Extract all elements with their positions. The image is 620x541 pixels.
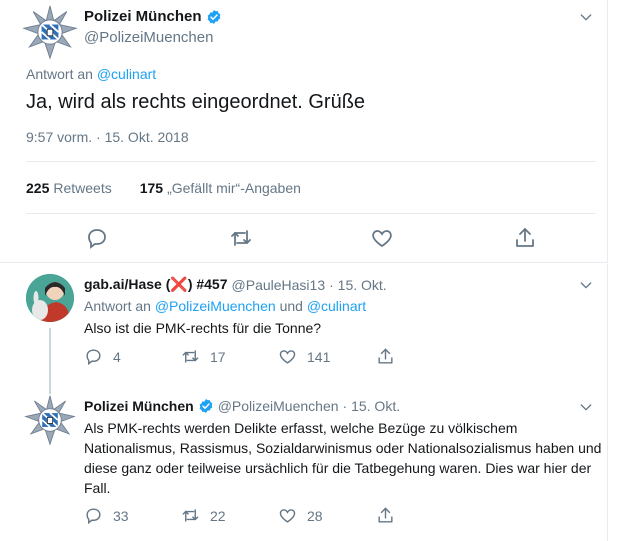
author-handle[interactable]: @PolizeiMuenchen — [218, 398, 339, 414]
main-tweet: Polizei München @PolizeiMuenchen Antwort… — [0, 0, 608, 263]
reply-context: Antwort an @PolizeiMuenchen und @culinar… — [84, 298, 366, 314]
likes-count: 175 — [139, 180, 164, 196]
reply-header: gab.ai/Hase (❌) #457 @PauleHasi13 · 15. … — [84, 276, 387, 293]
tweet-date[interactable]: · 15. Okt. — [343, 398, 401, 414]
reply-prefix: Antwort an — [26, 66, 93, 82]
retweets-stat[interactable]: 225 Retweets — [26, 180, 112, 196]
retweet-icon — [181, 506, 200, 525]
divider — [26, 213, 596, 214]
thread-line — [49, 328, 51, 384]
reply-to-link[interactable]: @culinart — [97, 66, 156, 82]
reply-prefix: Antwort an — [84, 298, 151, 314]
tweet-text: Ja, wird als rechts eingeordnet. Grüße — [26, 91, 366, 113]
author-handle[interactable]: @PauleHasi13 — [232, 277, 326, 293]
like-count: 141 — [307, 348, 331, 365]
reply-tweet[interactable]: gab.ai/Hase (❌) #457 @PauleHasi13 · 15. … — [0, 264, 608, 384]
reply-icon[interactable] — [85, 226, 109, 250]
like-count: 28 — [307, 507, 323, 524]
verified-badge-icon — [206, 9, 222, 25]
reply-count: 4 — [113, 348, 121, 365]
tweet-timestamp[interactable]: 9:57 vorm. · 15. Okt. 2018 — [26, 129, 189, 145]
like-action[interactable]: 28 — [278, 506, 323, 525]
share-icon — [376, 506, 395, 525]
reply-count: 33 — [113, 507, 129, 524]
author-name-prefix: gab.ai/Hase ( — [84, 276, 171, 292]
like-icon — [278, 506, 297, 525]
tweet-text: Also ist die PMK-rechts für die Tonne? — [84, 320, 322, 336]
author-name-suffix: ) #457 — [187, 276, 228, 292]
retweet-count: 17 — [210, 348, 226, 365]
chevron-down-icon[interactable] — [578, 277, 594, 293]
reply-context: Antwort an @culinart — [26, 66, 156, 82]
tweet-date[interactable]: · 15. Okt. — [329, 277, 387, 293]
author-row: Polizei München — [84, 8, 222, 25]
share-icon[interactable] — [513, 226, 537, 250]
likes-stat[interactable]: 175 „Gefällt mir“-Angaben — [140, 180, 301, 196]
reply-to-link[interactable]: @culinart — [307, 298, 366, 314]
share-action[interactable] — [376, 347, 405, 366]
reply-action[interactable]: 4 — [84, 347, 121, 366]
retweets-count: 225 — [26, 180, 50, 196]
reply-to-link[interactable]: @PolizeiMuenchen — [155, 298, 276, 314]
likes-label: „Gefällt mir“-Angaben — [167, 180, 301, 196]
verified-badge-icon — [198, 398, 214, 414]
reply-action[interactable]: 33 — [84, 506, 129, 525]
police-badge-icon[interactable] — [24, 394, 76, 446]
author-name[interactable]: Polizei München — [84, 398, 194, 414]
like-icon — [278, 347, 297, 366]
reply-icon — [84, 347, 103, 366]
retweets-label: Retweets — [53, 180, 112, 196]
retweet-icon — [181, 347, 200, 366]
avatar-image — [26, 274, 74, 322]
engagement-stats: 225 Retweets 175 „Gefällt mir“-Angaben — [26, 180, 301, 196]
reply-and: und — [279, 298, 303, 314]
reply-header: Polizei München @PolizeiMuenchen · 15. O… — [84, 398, 400, 414]
retweet-count: 22 — [210, 507, 226, 524]
retweet-icon[interactable] — [229, 226, 253, 250]
chevron-down-icon[interactable] — [578, 399, 594, 415]
reply-icon — [84, 506, 103, 525]
retweet-action[interactable]: 17 — [181, 347, 226, 366]
chevron-down-icon[interactable] — [578, 9, 594, 25]
retweet-action[interactable]: 22 — [181, 506, 226, 525]
like-icon[interactable] — [370, 226, 394, 250]
author-handle[interactable]: @PolizeiMuenchen — [84, 29, 213, 46]
like-action[interactable]: 141 — [278, 347, 330, 366]
divider — [26, 161, 596, 162]
avatar[interactable] — [26, 274, 74, 322]
tweet-text: Als PMK-rechts werden Delikte erfasst, w… — [84, 420, 602, 496]
thread-line — [49, 384, 51, 394]
author-name[interactable]: Polizei München — [84, 8, 202, 25]
reply-tweet[interactable]: Polizei München @PolizeiMuenchen · 15. O… — [0, 384, 608, 541]
cross-mark-icon: ❌ — [170, 276, 188, 292]
police-badge-icon[interactable] — [22, 4, 78, 60]
author-name[interactable]: gab.ai/Hase (❌) #457 — [84, 276, 228, 293]
share-action[interactable] — [376, 506, 405, 525]
share-icon — [376, 347, 395, 366]
